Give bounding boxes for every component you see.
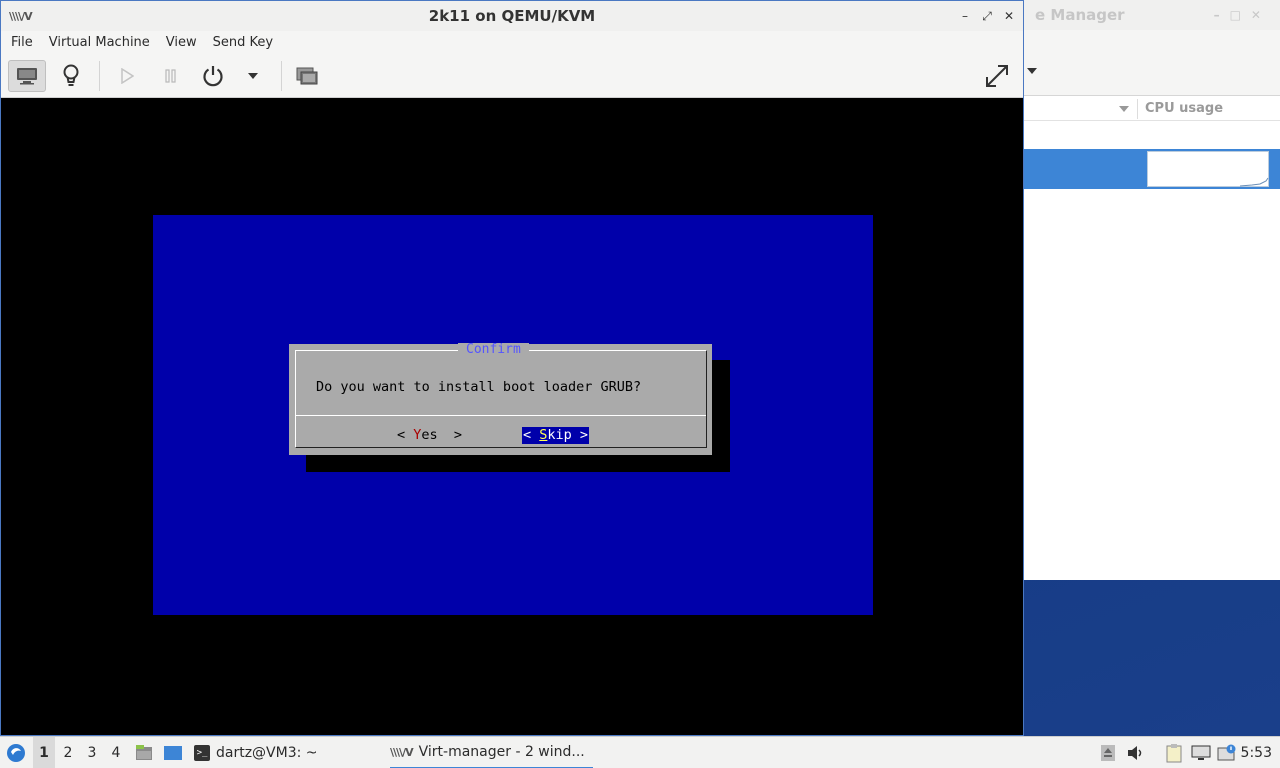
dialog-title: Confirm — [458, 343, 529, 357]
details-button[interactable] — [52, 60, 90, 92]
volume-button[interactable] — [1126, 737, 1146, 768]
start-menu-icon — [7, 744, 25, 762]
snapshots-button[interactable] — [288, 60, 326, 92]
power-icon — [203, 66, 223, 87]
notification-button[interactable] — [1216, 737, 1238, 768]
skip-button[interactable]: < Skip > — [522, 427, 590, 444]
fullscreen-button[interactable] — [978, 60, 1016, 92]
taskbar: 1 2 3 4 >_ dartz@VM3: ~ \\\\/V Virt-mana… — [0, 736, 1280, 768]
menu-virtual-machine[interactable]: Virtual Machine — [41, 31, 158, 55]
close-icon[interactable]: ✕ — [1001, 8, 1017, 24]
task-terminal-label: dartz@VM3: ~ — [216, 745, 318, 761]
window-controls: – ⤢ ✕ — [957, 1, 1017, 31]
menubar: File Virtual Machine View Send Key — [1, 31, 1023, 55]
console-view-icon — [17, 68, 37, 85]
chevron-down-icon[interactable] — [1027, 68, 1037, 74]
console-view-button[interactable] — [8, 60, 46, 92]
eject-button[interactable] — [1099, 737, 1117, 768]
yes-button-left: < — [397, 427, 414, 443]
background-window-toolbar — [1023, 30, 1280, 96]
clock[interactable]: 5:53 — [1241, 737, 1272, 768]
power-dropdown-button[interactable] — [234, 60, 272, 92]
pause-button[interactable] — [152, 60, 190, 92]
clipboard-button[interactable] — [1164, 737, 1184, 768]
power-button[interactable] — [194, 60, 232, 92]
menu-file[interactable]: File — [3, 31, 41, 55]
virt-manager-icon: \\\\/V — [390, 745, 414, 759]
confirm-dialog: Confirm Do you want to install boot load… — [289, 343, 712, 455]
network-icon — [1191, 745, 1211, 760]
task-terminal[interactable]: >_ dartz@VM3: ~ — [194, 737, 318, 768]
notification-icon — [1217, 744, 1236, 761]
workspace-4[interactable]: 4 — [105, 737, 127, 768]
show-desktop-button[interactable] — [162, 737, 184, 768]
snapshots-icon — [296, 67, 318, 85]
task-virt-manager-label: Virt-manager - 2 wind... — [418, 744, 585, 760]
menu-send-key[interactable]: Send Key — [205, 31, 281, 55]
yes-button[interactable]: < Yes > — [397, 427, 462, 444]
column-separator — [1137, 99, 1138, 119]
pause-icon — [165, 69, 176, 83]
window-titlebar[interactable]: \\\\/V 2k11 on QEMU/KVM – ⤢ ✕ — [1, 1, 1023, 31]
details-lightbulb-icon — [63, 64, 79, 86]
start-menu-button[interactable] — [4, 737, 28, 768]
sort-arrow-icon[interactable] — [1119, 106, 1129, 112]
background-window-controls: –□✕ — [1213, 8, 1271, 22]
fullscreen-icon — [986, 65, 1008, 87]
skip-button-rest: kip > — [547, 427, 589, 443]
toolbar-separator — [99, 61, 100, 91]
dialog-divider — [296, 415, 706, 416]
vm-list-row-selected[interactable] — [1023, 149, 1280, 189]
toolbar — [1, 55, 1023, 98]
window-title: 2k11 on QEMU/KVM — [428, 7, 596, 25]
column-header-cpu-usage[interactable]: CPU usage — [1145, 97, 1223, 121]
file-manager-icon — [136, 745, 152, 760]
yes-button-rest: es > — [421, 427, 463, 443]
terminal-icon: >_ — [194, 745, 210, 761]
vm-list-header: CPU usage — [1023, 97, 1280, 121]
cpu-usage-graph — [1147, 151, 1269, 187]
run-icon — [121, 68, 134, 84]
toolbar-separator — [281, 61, 282, 91]
vm-console-window[interactable]: \\\\/V 2k11 on QEMU/KVM – ⤢ ✕ File Virtu… — [0, 0, 1024, 736]
menu-view[interactable]: View — [158, 31, 205, 55]
dialog-frame: Confirm Do you want to install boot load… — [295, 343, 707, 448]
eject-icon — [1101, 745, 1115, 761]
background-window-title-text: e Manager — [1035, 6, 1125, 24]
vm-console-display[interactable]: Confirm Do you want to install boot load… — [2, 98, 1022, 735]
minimize-icon[interactable]: – — [957, 8, 973, 24]
run-button[interactable] — [108, 60, 146, 92]
file-manager-button[interactable] — [134, 737, 154, 768]
maximize-icon[interactable]: ⤢ — [979, 8, 995, 24]
task-virt-manager[interactable]: \\\\/V Virt-manager - 2 wind... — [390, 737, 593, 768]
volume-icon — [1128, 746, 1142, 760]
clipboard-icon — [1166, 744, 1182, 763]
virt-manager-main-window[interactable]: e Manager –□✕ CPU usage — [1022, 0, 1280, 580]
dialog-message: Do you want to install boot loader GRUB? — [316, 379, 642, 395]
workspace-3[interactable]: 3 — [81, 737, 103, 768]
background-window-title[interactable]: e Manager –□✕ — [1023, 0, 1280, 30]
workspace-2[interactable]: 2 — [57, 737, 79, 768]
network-button[interactable] — [1190, 737, 1212, 768]
skip-button-left: < — [523, 427, 540, 443]
power-dropdown-icon — [248, 73, 258, 79]
show-desktop-icon — [164, 746, 182, 760]
workspace-1[interactable]: 1 — [33, 737, 55, 768]
